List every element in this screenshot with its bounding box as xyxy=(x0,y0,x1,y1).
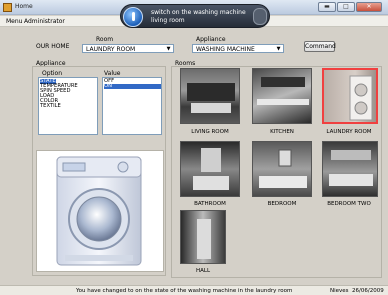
laundry-room-image xyxy=(349,75,373,121)
maximize-button[interactable]: □ xyxy=(337,2,355,12)
room-thumb-bathroom[interactable] xyxy=(180,141,240,197)
value-list[interactable]: OFF ON xyxy=(102,77,162,135)
room-label: Room xyxy=(96,36,114,43)
window-title: Home xyxy=(15,3,33,10)
bedroom-image xyxy=(259,149,307,188)
status-date: 26/06/2009 xyxy=(352,288,384,294)
close-button[interactable]: ✕ xyxy=(356,2,382,12)
list-item[interactable]: TEXTILE xyxy=(40,103,61,109)
voice-notification: switch on the washing machine living roo… xyxy=(120,4,270,28)
room-thumb-bedroom[interactable] xyxy=(252,141,312,197)
living-room-image xyxy=(187,83,235,113)
room-thumb-bedroom-two[interactable] xyxy=(322,141,378,197)
home-label: OUR HOME xyxy=(36,43,70,50)
value-header: Value xyxy=(104,70,121,77)
minimize-button[interactable]: ▬ xyxy=(318,2,336,12)
app-icon xyxy=(3,3,12,12)
kitchen-image xyxy=(257,77,309,105)
microphone-icon[interactable] xyxy=(123,7,143,27)
appliance-select-value: WASHING MACHINE xyxy=(196,46,255,53)
chevron-down-icon: ▼ xyxy=(166,46,171,52)
menu-item-administrator[interactable]: Administrator xyxy=(24,18,65,25)
bedroom-two-image xyxy=(329,150,373,186)
list-item[interactable]: ON xyxy=(104,83,161,89)
hall-image xyxy=(197,219,211,259)
washing-machine-image xyxy=(56,156,142,266)
appliance-label: Appliance xyxy=(196,36,226,43)
room-thumb-kitchen[interactable] xyxy=(252,68,312,124)
chevron-down-icon: ▼ xyxy=(276,46,281,52)
room-thumb-living-room[interactable] xyxy=(180,68,240,124)
room-label-kitchen: KITCHEN xyxy=(270,129,294,135)
appliance-image-frame xyxy=(36,150,164,272)
room-thumb-laundry-room[interactable] xyxy=(322,68,378,124)
room-select-value: LAUNDRY ROOM xyxy=(86,46,136,53)
room-label-laundry-room: LAUNDRY ROOM xyxy=(326,129,372,135)
room-label-living-room: LIVING ROOM xyxy=(191,129,229,135)
status-bar: You have changed to on the state of the … xyxy=(0,285,388,295)
command-button[interactable]: Command xyxy=(304,41,336,52)
room-thumb-hall[interactable] xyxy=(180,210,226,264)
bathroom-image xyxy=(193,148,229,190)
option-list[interactable]: STATE TEMPERATURE SPIN SPEED LOAD COLOR … xyxy=(38,77,98,135)
room-select[interactable]: LAUNDRY ROOM ▼ xyxy=(82,44,174,53)
menu-item-menu[interactable]: Menu xyxy=(6,18,22,25)
notification-line1: switch on the washing machine xyxy=(151,9,246,16)
notification-options-button[interactable] xyxy=(253,8,267,25)
notification-line2: living room xyxy=(151,17,185,24)
status-message: You have changed to on the state of the … xyxy=(76,288,293,294)
room-label-bedroom: BEDROOM xyxy=(267,201,297,207)
room-label-bathroom: BATHROOM xyxy=(194,201,226,207)
option-header: Option xyxy=(42,70,63,77)
appliance-select[interactable]: WASHING MACHINE ▼ xyxy=(192,44,284,53)
status-user: Nieves xyxy=(330,288,349,294)
room-label-hall: HALL xyxy=(195,268,211,274)
room-label-bedroom-two: BEDROOM TWO xyxy=(327,201,371,207)
